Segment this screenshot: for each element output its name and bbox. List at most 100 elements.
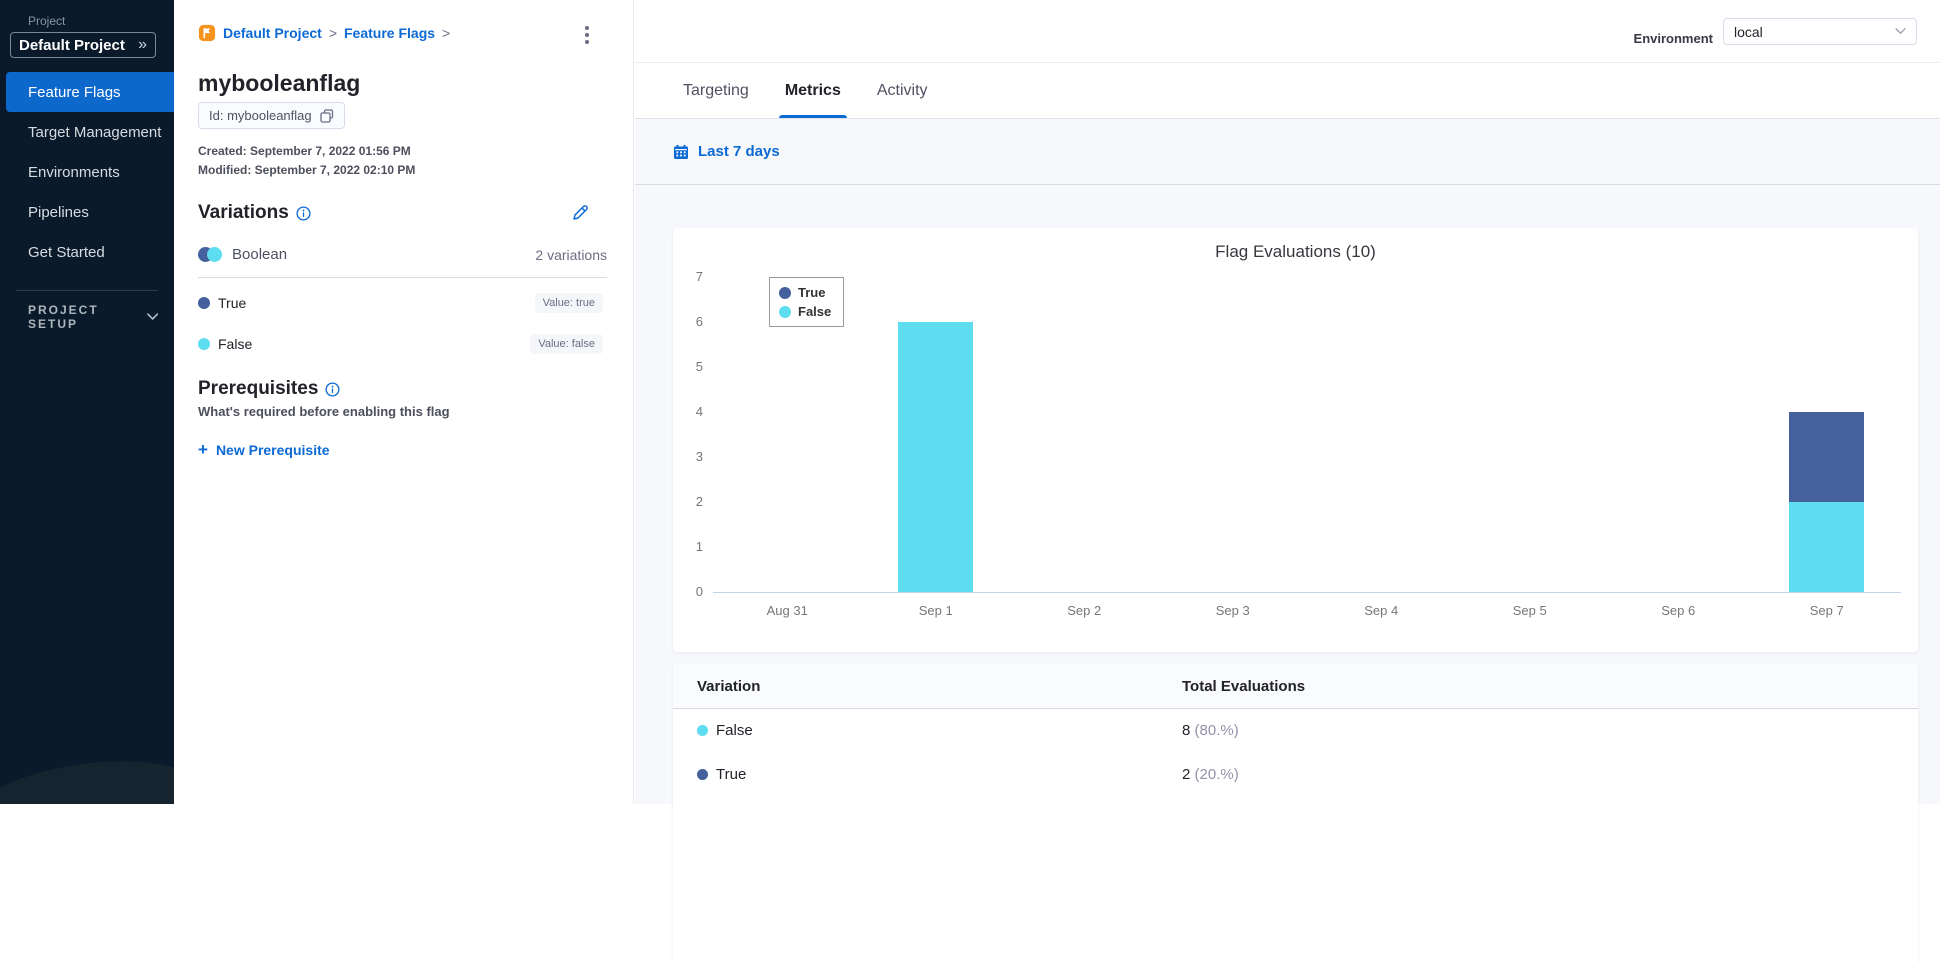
row-true-count: 2 (20.%) [1182,766,1239,783]
new-prerequisite-label: New Prerequisite [215,442,330,458]
chart-plot-area: True False 0 1 2 3 4 5 6 7 Aug 31 Sep 1 Sep 2 Sep 3… [673,228,1918,652]
environment-header: Environment local [635,0,1940,63]
chevron-down-icon [1895,28,1906,35]
variation-type-label: Boolean [232,246,288,263]
flag-name: mybooleanflag [198,70,361,96]
date-range-label: Last 7 days [698,143,780,160]
plus-icon: + [198,440,208,459]
row-false-label: False [716,722,753,739]
true-count-percent: (20.%) [1194,766,1239,783]
project-selector[interactable]: Default Project » [10,32,156,58]
x-axis-line [713,592,1901,593]
variation-type-row: Boolean 2 variations [198,246,607,278]
bar-segment-false[interactable] [1789,502,1865,592]
sidebar-nav: Feature Flags Target Management Environm… [0,72,174,291]
tab-metrics[interactable]: Metrics [767,63,859,118]
flag-detail-panel: Default Project > Feature Flags > mybool… [174,0,634,804]
flag-id-text: Id: mybooleanflag [209,108,312,123]
flag-created: Created: September 7, 2022 01:56 PM [198,144,411,158]
sidebar: Project Default Project » Feature Flags … [0,0,174,804]
x-axis-label: Sep 4 [1364,603,1399,618]
flag-options-menu-icon[interactable] [581,22,593,48]
legend-item-false: False [779,302,831,321]
header-variation: Variation [697,678,761,695]
legend-item-true: True [779,283,831,302]
project-icon [198,24,216,42]
x-axis-label: Sep 1 [918,603,953,618]
flag-id-pill[interactable]: Id: mybooleanflag [198,102,345,129]
x-axis-label: Sep 7 [1809,603,1844,618]
y-axis-tick: 2 [695,494,703,509]
info-icon[interactable] [296,205,311,221]
table-row-false: False 8 (80.%) [673,709,1918,753]
table-row-true: True 2 (20.%) [673,753,1918,797]
breadcrumb-project[interactable]: Default Project [223,25,322,41]
flag-tabs: Targeting Metrics Activity [635,63,1940,119]
sidebar-item-environments[interactable]: Environments [0,152,174,192]
variation-true-label: True [218,295,247,311]
y-axis-tick: 7 [695,269,703,284]
variation-true-value: Value: true [534,293,603,313]
prerequisites-heading: Prerequisites [198,378,340,400]
new-prerequisite-button[interactable]: + New Prerequisite [198,440,330,460]
false-dot-icon [198,338,210,350]
row-true-label: True [716,766,747,783]
boolean-type-icon [198,247,222,262]
y-axis-tick: 5 [695,359,703,374]
false-count-value: 8 [1182,722,1191,739]
sidebar-item-pipelines[interactable]: Pipelines [0,192,174,232]
bar-segment-false[interactable] [898,322,974,592]
sidebar-item-get-started[interactable]: Get Started [0,232,174,272]
x-axis-label: Sep 2 [1067,603,1102,618]
sidebar-item-target-management[interactable]: Target Management [0,112,174,152]
sidebar-item-feature-flags[interactable]: Feature Flags [6,72,174,112]
flag-modified: Modified: September 7, 2022 02:10 PM [198,163,416,177]
legend-true-label: True [798,285,826,300]
true-dot-icon [697,769,708,780]
tab-targeting[interactable]: Targeting [665,63,767,118]
y-axis-tick: 6 [695,314,703,329]
sidebar-divider [16,290,158,291]
edit-variations-button[interactable] [571,204,589,222]
variation-row-false: False Value: false [198,334,603,354]
environment-label: Environment [1633,31,1713,46]
chart-legend: True False [769,277,845,327]
variation-row-true: True Value: true [198,293,603,313]
pencil-icon [573,205,588,220]
date-range-button[interactable]: Last 7 days [673,143,780,160]
variations-title: Variations [198,202,289,223]
y-axis-tick: 4 [695,404,703,419]
y-axis-tick: 1 [695,539,703,554]
copy-icon[interactable] [319,108,334,123]
x-axis-label: Sep 6 [1661,603,1696,618]
evaluations-table-card: Variation Total Evaluations False 8 (80.… [673,663,1918,963]
date-filter-row: Last 7 days [635,119,1940,185]
legend-true-dot-icon [779,286,791,299]
project-setup-label: PROJECT SETUP [28,303,99,331]
y-axis-tick: 3 [695,449,703,464]
tab-activity[interactable]: Activity [859,63,946,118]
header-total-evaluations: Total Evaluations [1182,678,1306,695]
bar-segment-true[interactable] [1789,412,1865,502]
double-chevron-icon: » [138,36,147,53]
legend-false-label: False [798,304,832,319]
breadcrumb-feature-flags[interactable]: Feature Flags [344,25,435,41]
prerequisites-description: What's required before enabling this fla… [198,404,450,419]
false-count-percent: (80.%) [1194,722,1239,739]
info-icon[interactable] [325,381,340,397]
x-axis-label: Sep 3 [1215,603,1250,618]
false-dot-icon [697,725,708,736]
breadcrumb-separator: > [442,25,451,41]
calendar-icon [674,144,688,159]
x-axis-label: Aug 31 [766,603,808,618]
variations-heading: Variations [198,202,311,224]
breadcrumb-separator: > [328,25,337,41]
true-count-value: 2 [1182,766,1191,783]
metrics-content: Last 7 days Flag Evaluations (10) True F… [635,119,1940,963]
project-setup-toggle[interactable]: PROJECT SETUP [28,303,158,331]
y-axis-tick: 0 [695,584,703,599]
row-false-count: 8 (80.%) [1182,722,1239,739]
sidebar-decoration [0,748,174,804]
environment-value: local [1734,23,1763,40]
environment-select[interactable]: local [1723,18,1917,45]
